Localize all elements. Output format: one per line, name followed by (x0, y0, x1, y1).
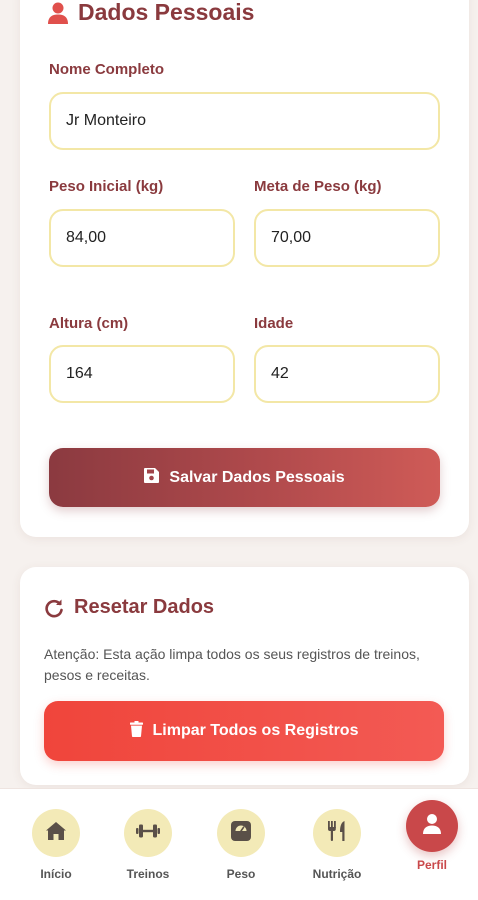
reset-data-title-text: Resetar Dados (74, 596, 215, 618)
home-icon (45, 821, 67, 846)
reset-data-title: Resetar Dados (44, 596, 214, 619)
nav-circle-nutricao (313, 809, 361, 857)
nav-label-nutricao: Nutrição (312, 867, 362, 881)
nav-label-peso: Peso (226, 867, 256, 881)
nav-circle-peso (217, 809, 265, 857)
nav-item-inicio[interactable]: Início (16, 789, 96, 900)
age-value: 42 (271, 365, 289, 382)
goal-weight-value: 70,00 (271, 229, 312, 246)
bottom-navigation: Início Treinos Peso Nutrição Perfil (0, 788, 478, 900)
height-value: 164 (66, 365, 93, 382)
nav-circle-perfil (406, 800, 458, 852)
reset-warning-text: Atenção: Esta ação limpa todos os seus r… (44, 646, 420, 683)
nav-circle-inicio (32, 809, 80, 857)
personal-data-card: Dados Pessoais Nome Completo Jr Monteiro… (20, 0, 469, 537)
name-value: Jr Monteiro (66, 112, 147, 129)
reset-data-card: Resetar Dados Atenção: Esta ação limpa t… (20, 567, 469, 785)
personal-data-title-text: Dados Pessoais (78, 0, 255, 25)
height-field[interactable]: 164 (49, 345, 235, 403)
dumbbell-icon (136, 823, 160, 844)
nav-circle-treinos (124, 809, 172, 857)
clear-all-records-button[interactable]: Limpar Todos os Registros (44, 701, 444, 761)
nav-label-inicio: Início (40, 867, 72, 881)
save-button-label: Salvar Dados Pessoais (169, 468, 345, 486)
profile-page: Dados Pessoais Nome Completo Jr Monteiro… (0, 0, 478, 900)
save-personal-data-button[interactable]: Salvar Dados Pessoais (49, 448, 440, 507)
age-label: Idade (254, 315, 294, 332)
nav-item-nutricao[interactable]: Nutrição (297, 789, 377, 900)
initial-weight-label: Peso Inicial (kg) (49, 178, 164, 195)
initial-weight-value: 84,00 (66, 229, 107, 246)
goal-weight-label: Meta de Peso (kg) (254, 178, 382, 195)
utensils-icon (328, 820, 346, 846)
trash-icon (129, 720, 143, 742)
personal-data-title: Dados Pessoais (48, 0, 254, 26)
goal-weight-field[interactable]: 70,00 (254, 209, 440, 267)
nav-item-treinos[interactable]: Treinos (108, 789, 188, 900)
initial-weight-field[interactable]: 84,00 (49, 209, 235, 267)
save-icon (144, 467, 160, 488)
name-field[interactable]: Jr Monteiro (49, 92, 440, 150)
refresh-icon (44, 598, 64, 618)
user-icon (422, 813, 442, 840)
clear-button-label: Limpar Todos os Registros (152, 722, 359, 739)
nav-item-peso[interactable]: Peso (201, 789, 281, 900)
name-label: Nome Completo (49, 61, 165, 78)
nav-item-perfil[interactable]: Perfil (392, 789, 472, 900)
nav-label-perfil: Perfil (416, 858, 447, 872)
age-field[interactable]: 42 (254, 345, 440, 403)
scale-icon (231, 820, 251, 846)
user-icon (48, 2, 68, 24)
nav-label-treinos: Treinos (126, 867, 170, 881)
height-label: Altura (cm) (49, 315, 129, 332)
